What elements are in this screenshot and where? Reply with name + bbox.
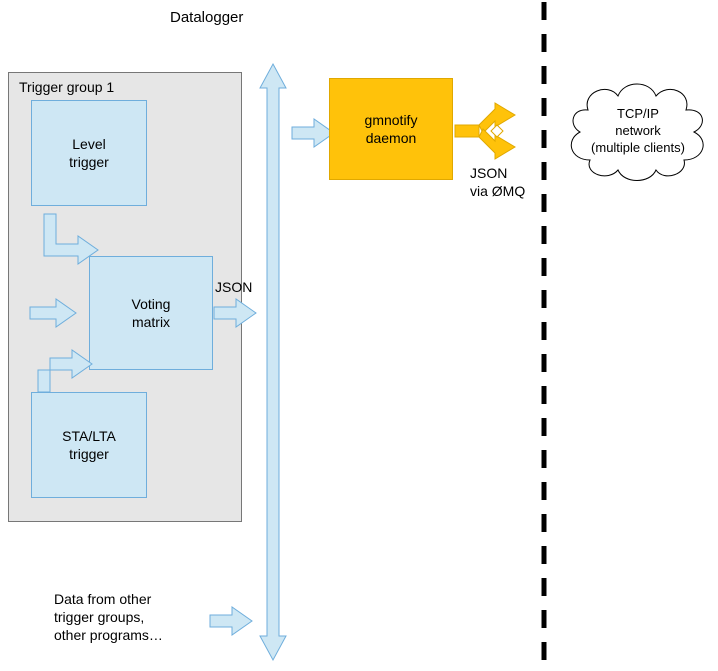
arrow-stalta-to-voting-icon xyxy=(40,340,95,400)
stalta-trigger-label: STA/LTA trigger xyxy=(62,427,116,463)
network-cloud-label: TCP/IP network (multiple clients) xyxy=(568,106,708,157)
other-data-label: Data from other trigger groups, other pr… xyxy=(54,590,163,645)
fork-arrow-icon xyxy=(455,103,523,161)
arrow-other-to-bus-icon xyxy=(210,605,258,639)
trigger-group-title: Trigger group 1 xyxy=(19,79,114,95)
arrow-voting-to-bus-icon xyxy=(214,297,262,331)
level-trigger-label: Level trigger xyxy=(69,135,109,171)
boundary-dashed-line-icon xyxy=(539,2,549,668)
stalta-trigger-box: STA/LTA trigger xyxy=(31,392,147,498)
json-label: JSON xyxy=(215,278,252,296)
arrow-level-to-voting-icon xyxy=(40,210,95,275)
vertical-bus-arrow-icon xyxy=(258,64,288,660)
arrow-into-voting-icon xyxy=(30,297,85,331)
json-zmq-label: JSON via ØMQ xyxy=(470,164,525,200)
page-title: Datalogger xyxy=(170,8,243,28)
gmnotify-daemon-label: gmnotify daemon xyxy=(365,111,418,147)
voting-matrix-label: Voting matrix xyxy=(132,295,171,331)
voting-matrix-box: Voting matrix xyxy=(89,256,213,370)
gmnotify-daemon-box: gmnotify daemon xyxy=(329,78,453,180)
level-trigger-box: Level trigger xyxy=(31,100,147,206)
